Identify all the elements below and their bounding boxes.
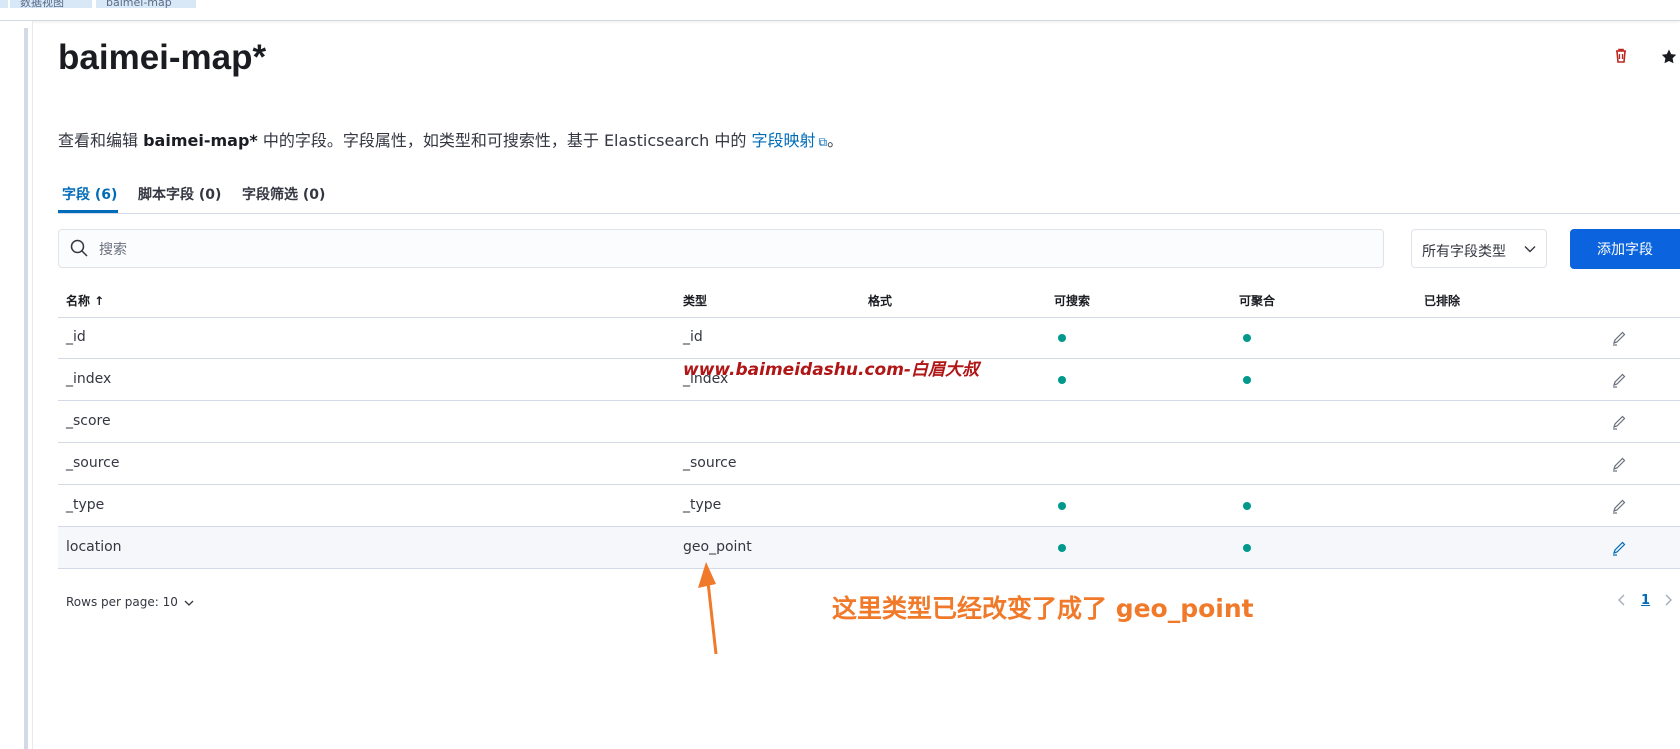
tab-fields[interactable]: 字段 (6) (62, 184, 117, 204)
star-icon[interactable] (1660, 48, 1678, 66)
search-box (58, 229, 1384, 269)
field-type: geo_point (683, 539, 752, 555)
field-type-select[interactable]: 所有字段类型 (1411, 229, 1547, 268)
table-header: 名称 ↑ 类型 格式 可搜索 可聚合 已排除 (58, 284, 1680, 318)
tab-field-filters[interactable]: 字段筛选 (0) (242, 184, 325, 204)
pencil-icon[interactable] (1611, 540, 1627, 556)
searchable-indicator (1058, 334, 1066, 342)
side-nav-divider (24, 28, 28, 749)
field-name: location (66, 539, 122, 555)
breadcrumb-start (0, 0, 8, 8)
table-row: location geo_point (58, 527, 1680, 569)
searchable-indicator (1058, 376, 1066, 384)
pencil-icon[interactable] (1611, 330, 1627, 346)
tab-bar: 字段 (6) 脚本字段 (0) 字段筛选 (0) (58, 172, 1680, 214)
field-name: _id (66, 329, 86, 345)
pencil-icon[interactable] (1611, 456, 1627, 472)
field-type: _type (683, 497, 722, 513)
search-icon (70, 239, 88, 257)
description-middle: 中的字段。字段属性，如类型和可搜索性，基于 Elasticsearch 中的 (257, 131, 752, 150)
search-input[interactable] (97, 230, 1371, 269)
field-name: _type (66, 497, 105, 513)
chevron-down-icon (184, 600, 194, 606)
rows-per-page-selector[interactable]: Rows per page: 10 (66, 595, 194, 609)
column-header-type: 类型 (683, 294, 708, 308)
annotation-arrow (698, 562, 718, 655)
aggregatable-indicator (1243, 376, 1251, 384)
table-row: _score (58, 401, 1680, 443)
field-name: _source (66, 455, 120, 471)
table-row: _id _id (58, 317, 1680, 359)
field-name: _score (66, 413, 111, 429)
page-description: 查看和编辑 baimei-map* 中的字段。字段属性，如类型和可搜索性，基于 … (58, 127, 843, 151)
tab-scripted-fields[interactable]: 脚本字段 (0) (138, 184, 221, 204)
arrow-left-icon[interactable] (1615, 593, 1629, 607)
chevron-down-icon (1524, 246, 1536, 253)
table-row: _source _source (58, 443, 1680, 485)
description-suffix: 。 (827, 131, 844, 150)
column-header-name[interactable]: 名称 ↑ (66, 292, 104, 309)
aggregatable-indicator (1243, 502, 1251, 510)
description-name: baimei-map* (143, 131, 258, 150)
field-mapping-link[interactable]: 字段映射 (751, 131, 815, 150)
page-divider (32, 21, 33, 749)
top-header-bar: 数据视图 baimei-map (0, 0, 1680, 21)
annotation-text: 这里类型已经改变了成了 geo_point (832, 594, 1254, 623)
column-header-aggregatable: 可聚合 (1239, 294, 1276, 308)
pencil-icon[interactable] (1611, 498, 1627, 514)
field-type: _source (683, 455, 737, 471)
watermark-text: www.baimeidashu.com-白眉大叔 (683, 360, 979, 380)
breadcrumb-item-data-views[interactable]: 数据视图 (10, 0, 92, 8)
pencil-icon[interactable] (1611, 414, 1627, 430)
column-header-searchable: 可搜索 (1054, 294, 1091, 308)
breadcrumb-item-current[interactable]: baimei-map (96, 0, 196, 8)
field-type-select-label: 所有字段类型 (1422, 244, 1506, 260)
searchable-indicator (1058, 544, 1066, 552)
arrow-right-icon[interactable] (1661, 593, 1675, 607)
column-header-excluded: 已排除 (1424, 294, 1461, 308)
add-field-button[interactable]: 添加字段 (1570, 229, 1680, 269)
page-number-current[interactable]: 1 (1641, 593, 1650, 608)
aggregatable-indicator (1243, 544, 1251, 552)
aggregatable-indicator (1243, 334, 1251, 342)
pencil-icon[interactable] (1611, 372, 1627, 388)
active-tab-indicator (58, 210, 118, 213)
external-link-icon[interactable]: ⧉ (819, 135, 828, 149)
table-row: _type _type (58, 485, 1680, 527)
searchable-indicator (1058, 502, 1066, 510)
column-header-format: 格式 (868, 294, 893, 308)
description-prefix: 查看和编辑 (58, 131, 144, 150)
page-title: baimei-map* (58, 38, 267, 77)
trash-icon[interactable] (1612, 47, 1630, 65)
rows-per-page-label: Rows per page: 10 (66, 595, 178, 609)
field-type: _id (683, 329, 703, 345)
field-name: _index (66, 371, 112, 387)
